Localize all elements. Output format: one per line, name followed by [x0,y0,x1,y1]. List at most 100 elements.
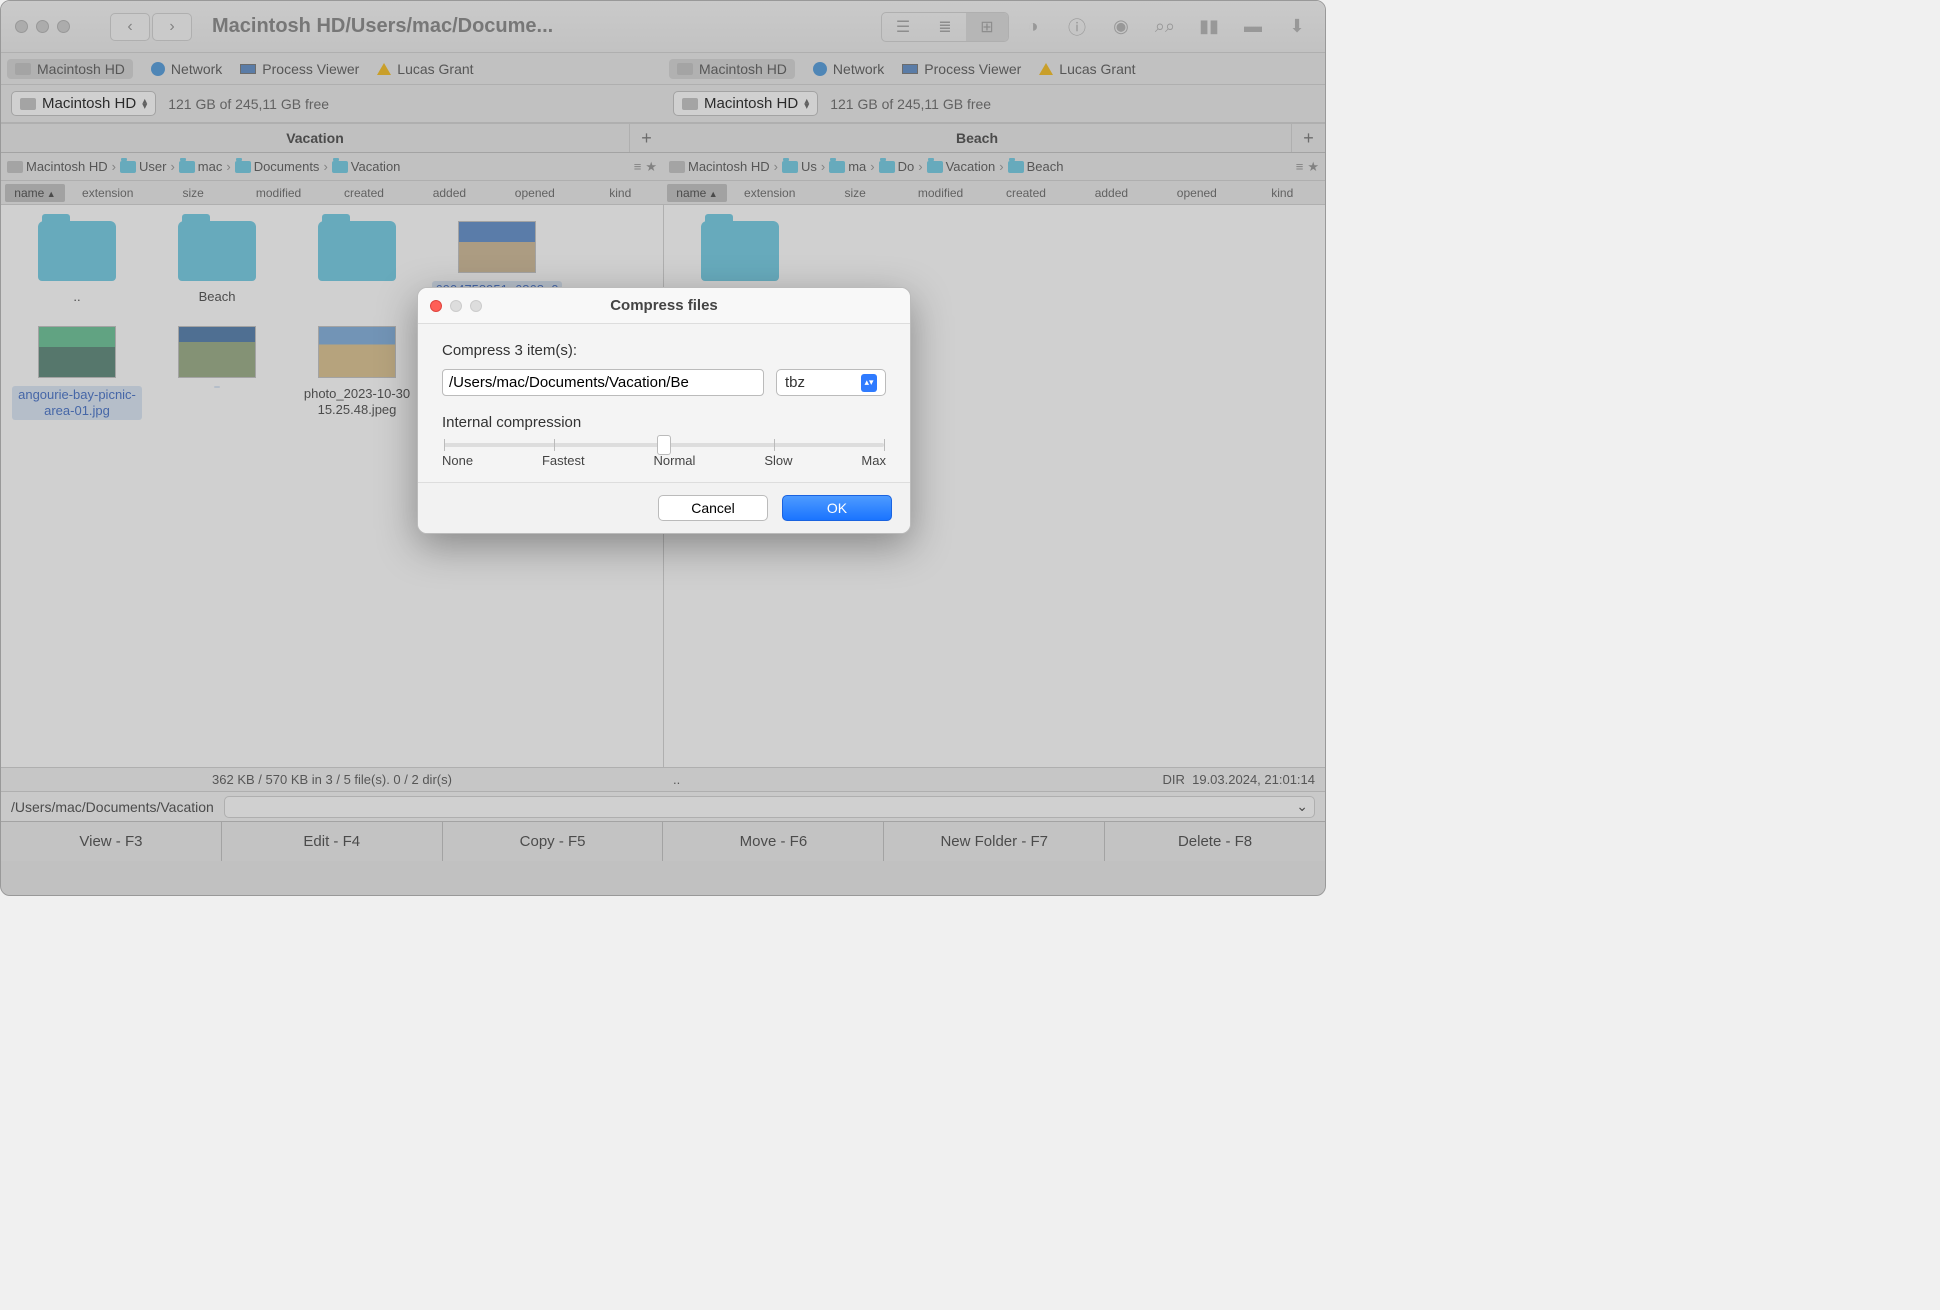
dialog-close-icon[interactable] [430,300,442,312]
location-tab-label: Macintosh HD [699,61,787,77]
breadcrumb-item[interactable]: Macintosh HD [669,159,770,174]
fn-button[interactable]: Copy - F5 [443,822,664,861]
compression-slider[interactable] [444,443,884,447]
column-header-modified[interactable]: modified [898,186,983,200]
column-header-opened[interactable]: opened [1154,186,1239,200]
function-key-row: View - F3Edit - F4Copy - F5Move - F6New … [1,821,1325,861]
breadcrumb-item[interactable]: Us [782,159,817,174]
drive-selector-right[interactable]: Macintosh HD ▴▾ [673,91,818,116]
breadcrumb-item[interactable]: mac [179,159,223,174]
breadcrumb-item[interactable]: User [120,159,166,174]
file-item[interactable]: photo_2023-10-30 15.25.48.jpeg [287,326,427,421]
view-mode-segment[interactable]: ☰ ≣ ⊞ [881,12,1009,42]
fn-button[interactable]: Move - F6 [663,822,884,861]
cancel-button[interactable]: Cancel [658,495,768,521]
info-icon[interactable]: ⓘ [1057,13,1097,41]
lap-icon [240,64,256,74]
dialog-title: Compress files [418,297,910,314]
column-header-name[interactable]: name [5,184,65,202]
fn-button[interactable]: View - F3 [1,822,222,861]
file-item[interactable] [147,326,287,421]
column-header-size[interactable]: size [150,186,235,200]
column-header-added[interactable]: added [407,186,492,200]
location-tab[interactable]: Lucas Grant [1039,61,1135,77]
minimize-icon[interactable] [36,20,49,33]
drive-selector-left[interactable]: Macintosh HD ▴▾ [11,91,156,116]
ok-button[interactable]: OK [782,495,892,521]
column-header-created[interactable]: created [983,186,1068,200]
file-item[interactable]: Beach [147,221,287,316]
star-icon[interactable]: ★ [645,159,657,175]
fn-button[interactable]: Edit - F4 [222,822,443,861]
titlebar: ‹ › Macintosh HD/Users/mac/Docume... ☰ ≣… [1,1,1325,53]
tab-right[interactable]: Beach [663,123,1291,152]
file-item[interactable]: angourie-bay-picnic-area-01.jpg [7,326,147,421]
file-item[interactable] [670,221,810,289]
zoom-icon[interactable] [57,20,70,33]
new-tab-left[interactable]: + [629,123,663,152]
breadcrumb-item[interactable]: Documents [235,159,320,174]
location-tab[interactable]: Macintosh HD [7,59,133,79]
breadcrumb-item[interactable]: Vacation [927,159,996,174]
file-item[interactable]: .. [7,221,147,316]
breadcrumb-item[interactable]: ma [829,159,866,174]
column-header-name[interactable]: name [667,184,727,202]
list-view-icon[interactable]: ☰ [882,13,924,41]
star-icon[interactable]: ★ [1307,159,1319,175]
icon-view-icon[interactable]: ⊞ [966,13,1008,41]
column-view-icon[interactable]: ≣ [924,13,966,41]
back-button[interactable]: ‹ [110,13,150,41]
fn-button[interactable]: Delete - F8 [1105,822,1325,861]
location-tab[interactable]: Lucas Grant [377,61,473,77]
column-header-created[interactable]: created [321,186,406,200]
close-icon[interactable] [15,20,28,33]
column-header-kind[interactable]: kind [1240,186,1325,200]
fn-button[interactable]: New Folder - F7 [884,822,1105,861]
column-header-extension[interactable]: extension [727,186,812,200]
file-name: photo_2023-10-30 15.25.48.jpeg [292,386,422,419]
selection-status: 362 KB / 570 KB in 3 / 5 file(s). 0 / 2 … [212,772,452,787]
toggle-icon[interactable]: ◑ [1013,13,1053,41]
location-tab-label: Process Viewer [262,61,359,77]
folder-icon [38,221,116,281]
download-icon[interactable]: ⬇ [1277,13,1317,41]
column-header-kind[interactable]: kind [578,186,663,200]
location-tab[interactable]: Macintosh HD [669,59,795,79]
location-tab-label: Process Viewer [924,61,1021,77]
folder-icon [179,161,195,173]
location-tab[interactable]: Process Viewer [902,61,1021,77]
chevron-down-icon: ⌄ [1296,798,1308,815]
archive-format-select[interactable]: tbz ▴▾ [776,369,886,396]
column-header-added[interactable]: added [1069,186,1154,200]
tab-left[interactable]: Vacation [1,123,629,152]
path-dropdown[interactable]: ⌄ [224,796,1315,818]
location-tab[interactable]: Network [813,61,884,77]
format-value: tbz [785,374,805,391]
breadcrumb-row: Macintosh HD›User›mac›Documents›Vacation… [1,153,1325,181]
columns-icon[interactable]: ▮▮ [1189,13,1229,41]
image-thumbnail [318,326,396,378]
breadcrumb-item[interactable]: Beach [1008,159,1064,174]
hd-icon [15,63,31,75]
file-item[interactable] [287,221,427,316]
forward-button[interactable]: › [152,13,192,41]
breadcrumb-item[interactable]: Macintosh HD [7,159,108,174]
location-tab[interactable]: Process Viewer [240,61,359,77]
location-tab[interactable]: Network [151,61,222,77]
column-header-size[interactable]: size [812,186,897,200]
free-space-right: 121 GB of 245,11 GB free [830,96,991,112]
breadcrumb-item[interactable]: Do [879,159,915,174]
new-tab-right[interactable]: + [1291,123,1325,152]
breadcrumb-item[interactable]: Vacation [332,159,401,174]
list-icon[interactable]: ≡ [634,159,642,175]
binoculars-icon[interactable]: ⌕⌕ [1145,13,1185,41]
slider-thumb[interactable] [657,435,671,455]
desktop-icon[interactable]: ▬ [1233,13,1273,41]
archive-path-input[interactable] [442,369,764,396]
folder-icon [829,161,845,173]
column-header-modified[interactable]: modified [236,186,321,200]
list-icon[interactable]: ≡ [1296,159,1304,175]
quicklook-icon[interactable]: ◉ [1101,13,1141,41]
column-header-opened[interactable]: opened [492,186,577,200]
column-header-extension[interactable]: extension [65,186,150,200]
